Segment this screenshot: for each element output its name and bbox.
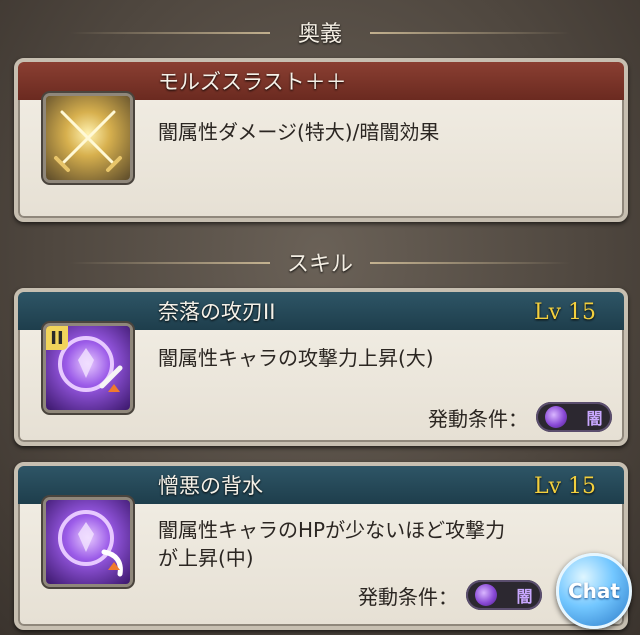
section-title: 奥義 [297,22,342,47]
ougi-description: 闇属性ダメージ(特大)/暗闇効果 [158,120,440,144]
condition-label: 発動条件： [428,406,528,431]
skill-icon [46,500,130,584]
skill-card[interactable]: 奈落の攻刃II Lv 15 闇属性キャラの攻撃力上昇(大) II 発動条件： 闇 [14,288,628,446]
skill-title: 奈落の攻刃II [158,300,276,324]
crossed-swords-icon [54,110,122,172]
ougi-card[interactable]: モルズスラスト＋＋ 闇属性ダメージ(特大)/暗闇効果 [14,58,628,222]
skill-icon: II [46,326,130,410]
skill-description-line: 闇属性キャラのHPが少ないほど攻撃力 [158,518,506,542]
chat-label: Chat [568,579,620,603]
section-header-ougi: 奥義 [0,12,640,52]
skill-card[interactable]: 憎悪の背水 Lv 15 闇属性キャラのHPが少ないほど攻撃力 が上昇(中) 発動… [14,462,628,630]
skill-level: Lv 15 [533,474,596,499]
condition-pill: 闇 [536,402,612,432]
skill-title: 憎悪の背水 [158,474,263,498]
dark-orb-claw-up-icon [58,510,123,577]
dark-element-icon [545,406,568,428]
ougi-title: モルズスラスト＋＋ [158,70,347,94]
activation-condition: 発動条件： 闇 [428,402,612,432]
condition-pill: 闇 [466,580,542,610]
section-header-skill: スキル [0,242,640,282]
dark-element-icon [475,584,498,606]
skill-rank-badge: II [46,326,68,350]
condition-value: 闇 [516,587,533,606]
skill-description-line: が上昇(中) [158,546,254,570]
activation-condition: 発動条件： 闇 [358,580,542,610]
skill-level: Lv 15 [533,300,596,325]
condition-label: 発動条件： [358,584,458,609]
chat-button[interactable]: Chat [556,553,632,629]
condition-value: 闇 [586,409,603,428]
section-title: スキル [286,252,353,277]
ougi-icon [46,96,130,180]
skill-description: 闇属性キャラの攻撃力上昇(大) [158,346,434,370]
skill-description: 闇属性キャラのHPが少ないほど攻撃力 が上昇(中) [158,516,505,572]
